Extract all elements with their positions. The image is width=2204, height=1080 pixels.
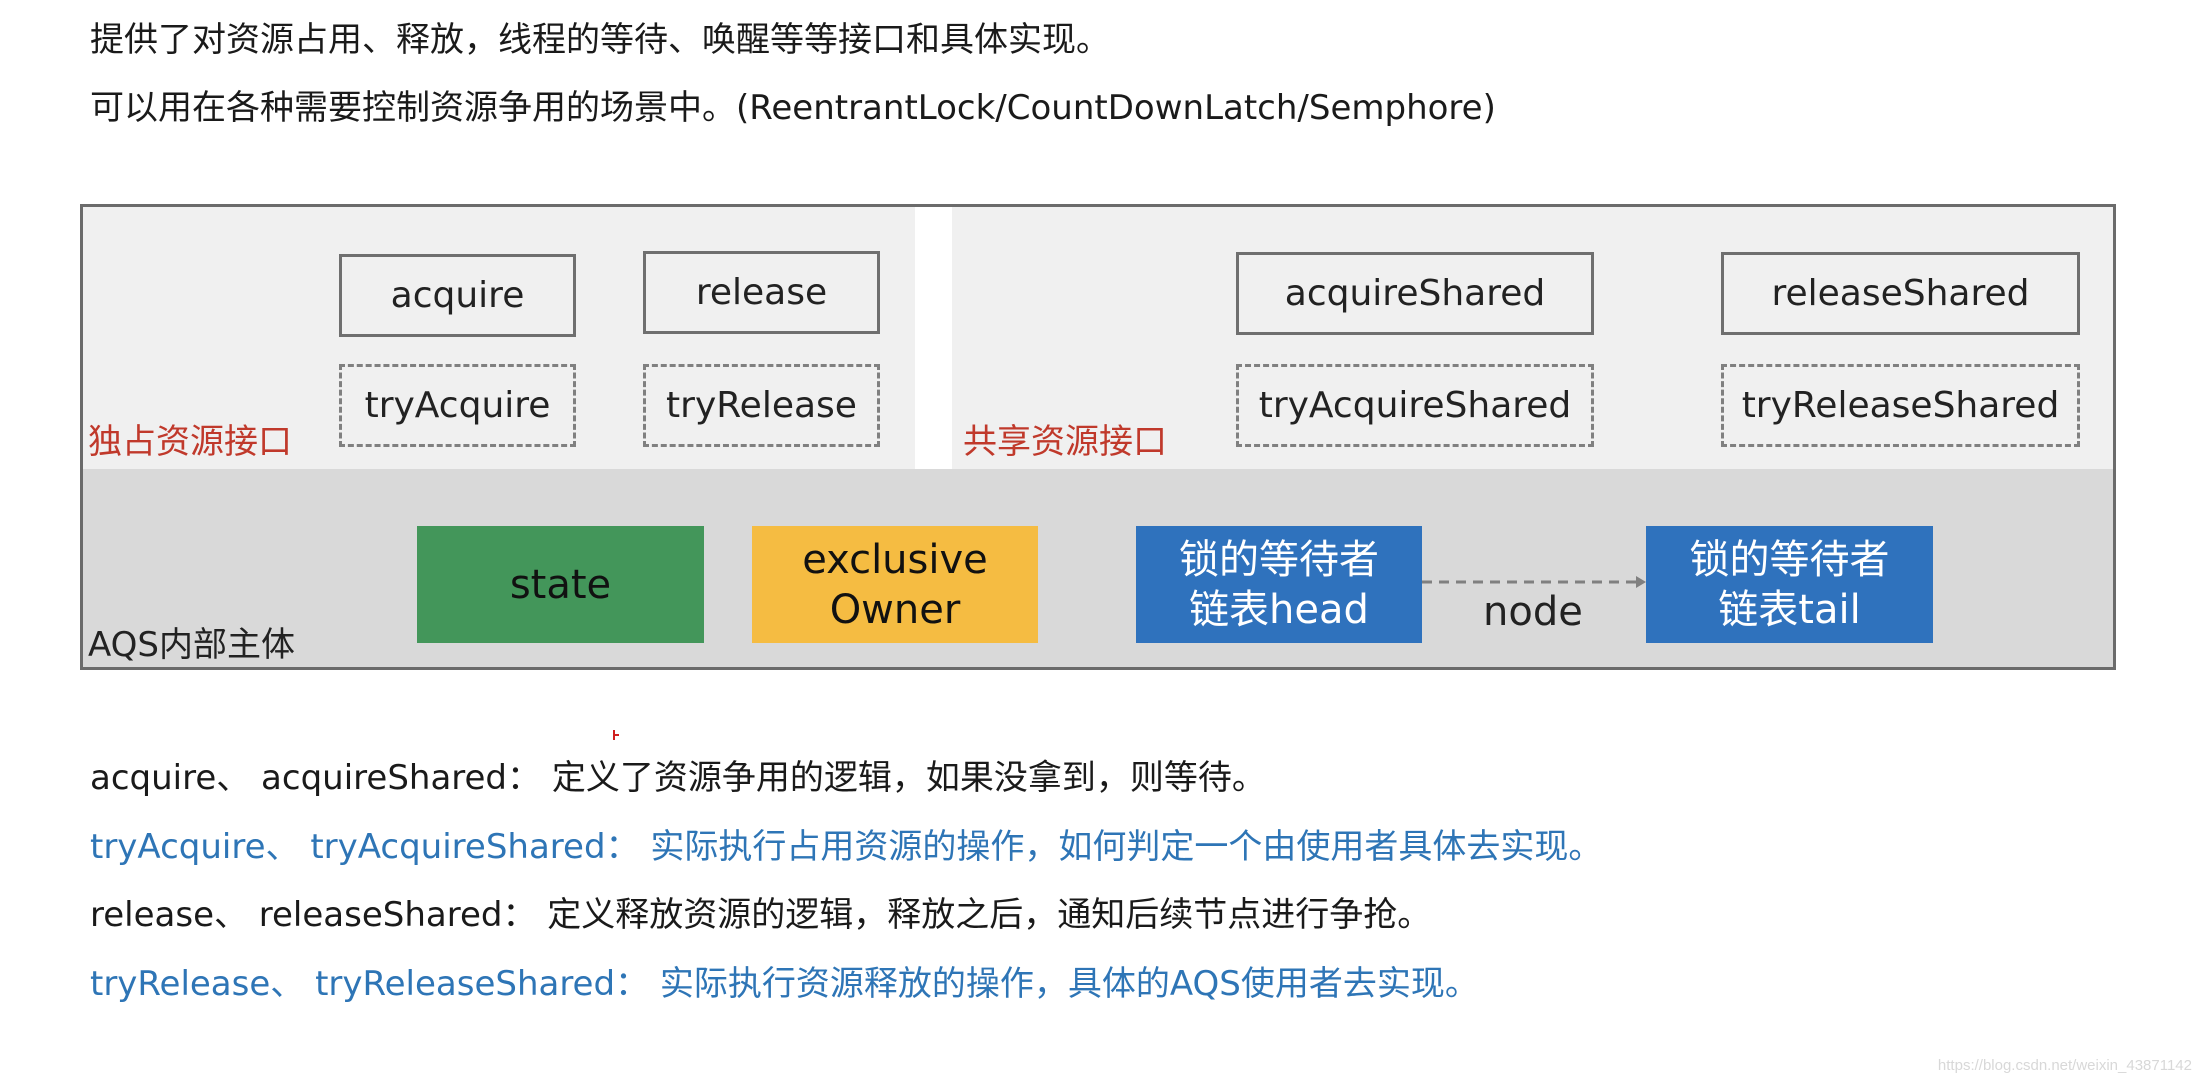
owner-line-1: exclusive xyxy=(802,536,988,583)
try-release-shared-box: tryReleaseShared xyxy=(1721,364,2080,447)
acquire-shared-box: acquireShared xyxy=(1236,252,1594,335)
watermark: https://blog.csdn.net/weixin_43871142 xyxy=(1937,1057,2192,1074)
release-box: release xyxy=(643,251,880,334)
state-box: state xyxy=(417,526,704,643)
state-label: state xyxy=(509,561,612,608)
try-release-box: tryRelease xyxy=(643,364,880,447)
tail-line-2: 链表tail xyxy=(1718,586,1861,633)
intro-line-1: 提供了对资源占用、释放，线程的等待、唤醒等等接口和具体实现。 xyxy=(90,20,1110,60)
text-cursor-icon xyxy=(613,730,619,740)
exclusive-label: 独占资源接口 xyxy=(88,422,292,462)
panel-gap xyxy=(915,207,952,469)
queue-head-box: 锁的等待者 链表head xyxy=(1136,526,1422,643)
release-shared-box: releaseShared xyxy=(1721,252,2080,335)
try-acquire-box: tryAcquire xyxy=(339,364,576,447)
aqs-diagram: acquire release tryAcquire tryRelease 独占… xyxy=(80,204,2116,670)
head-line-1: 锁的等待者 xyxy=(1179,536,1379,583)
tail-line-1: 锁的等待者 xyxy=(1689,536,1890,583)
try-acquire-shared-box: tryAcquireShared xyxy=(1236,364,1594,447)
node-arrow xyxy=(1422,576,1646,588)
acquire-box: acquire xyxy=(339,254,576,337)
intro-line-2: 可以用在各种需要控制资源争用的场景中。(ReentrantLock/CountD… xyxy=(90,88,1496,128)
note-line-1: acquire、 acquireShared： 定义了资源争用的逻辑，如果没拿到… xyxy=(90,758,1266,798)
core-label: AQS内部主体 xyxy=(88,625,296,665)
note-line-4: tryRelease、 tryReleaseShared： 实际执行资源释放的操… xyxy=(90,964,1479,1004)
node-label: node xyxy=(1483,589,1583,635)
note-line-3: release、 releaseShared： 定义释放资源的逻辑，释放之后，通… xyxy=(90,895,1432,935)
exclusive-owner-box: exclusive Owner xyxy=(752,526,1038,643)
queue-tail-box: 锁的等待者 链表tail xyxy=(1646,526,1933,643)
owner-line-2: Owner xyxy=(829,586,961,633)
shared-label: 共享资源接口 xyxy=(963,422,1167,462)
note-line-2: tryAcquire、 tryAcquireShared： 实际执行占用资源的操… xyxy=(90,827,1603,867)
head-line-2: 链表head xyxy=(1189,586,1369,633)
